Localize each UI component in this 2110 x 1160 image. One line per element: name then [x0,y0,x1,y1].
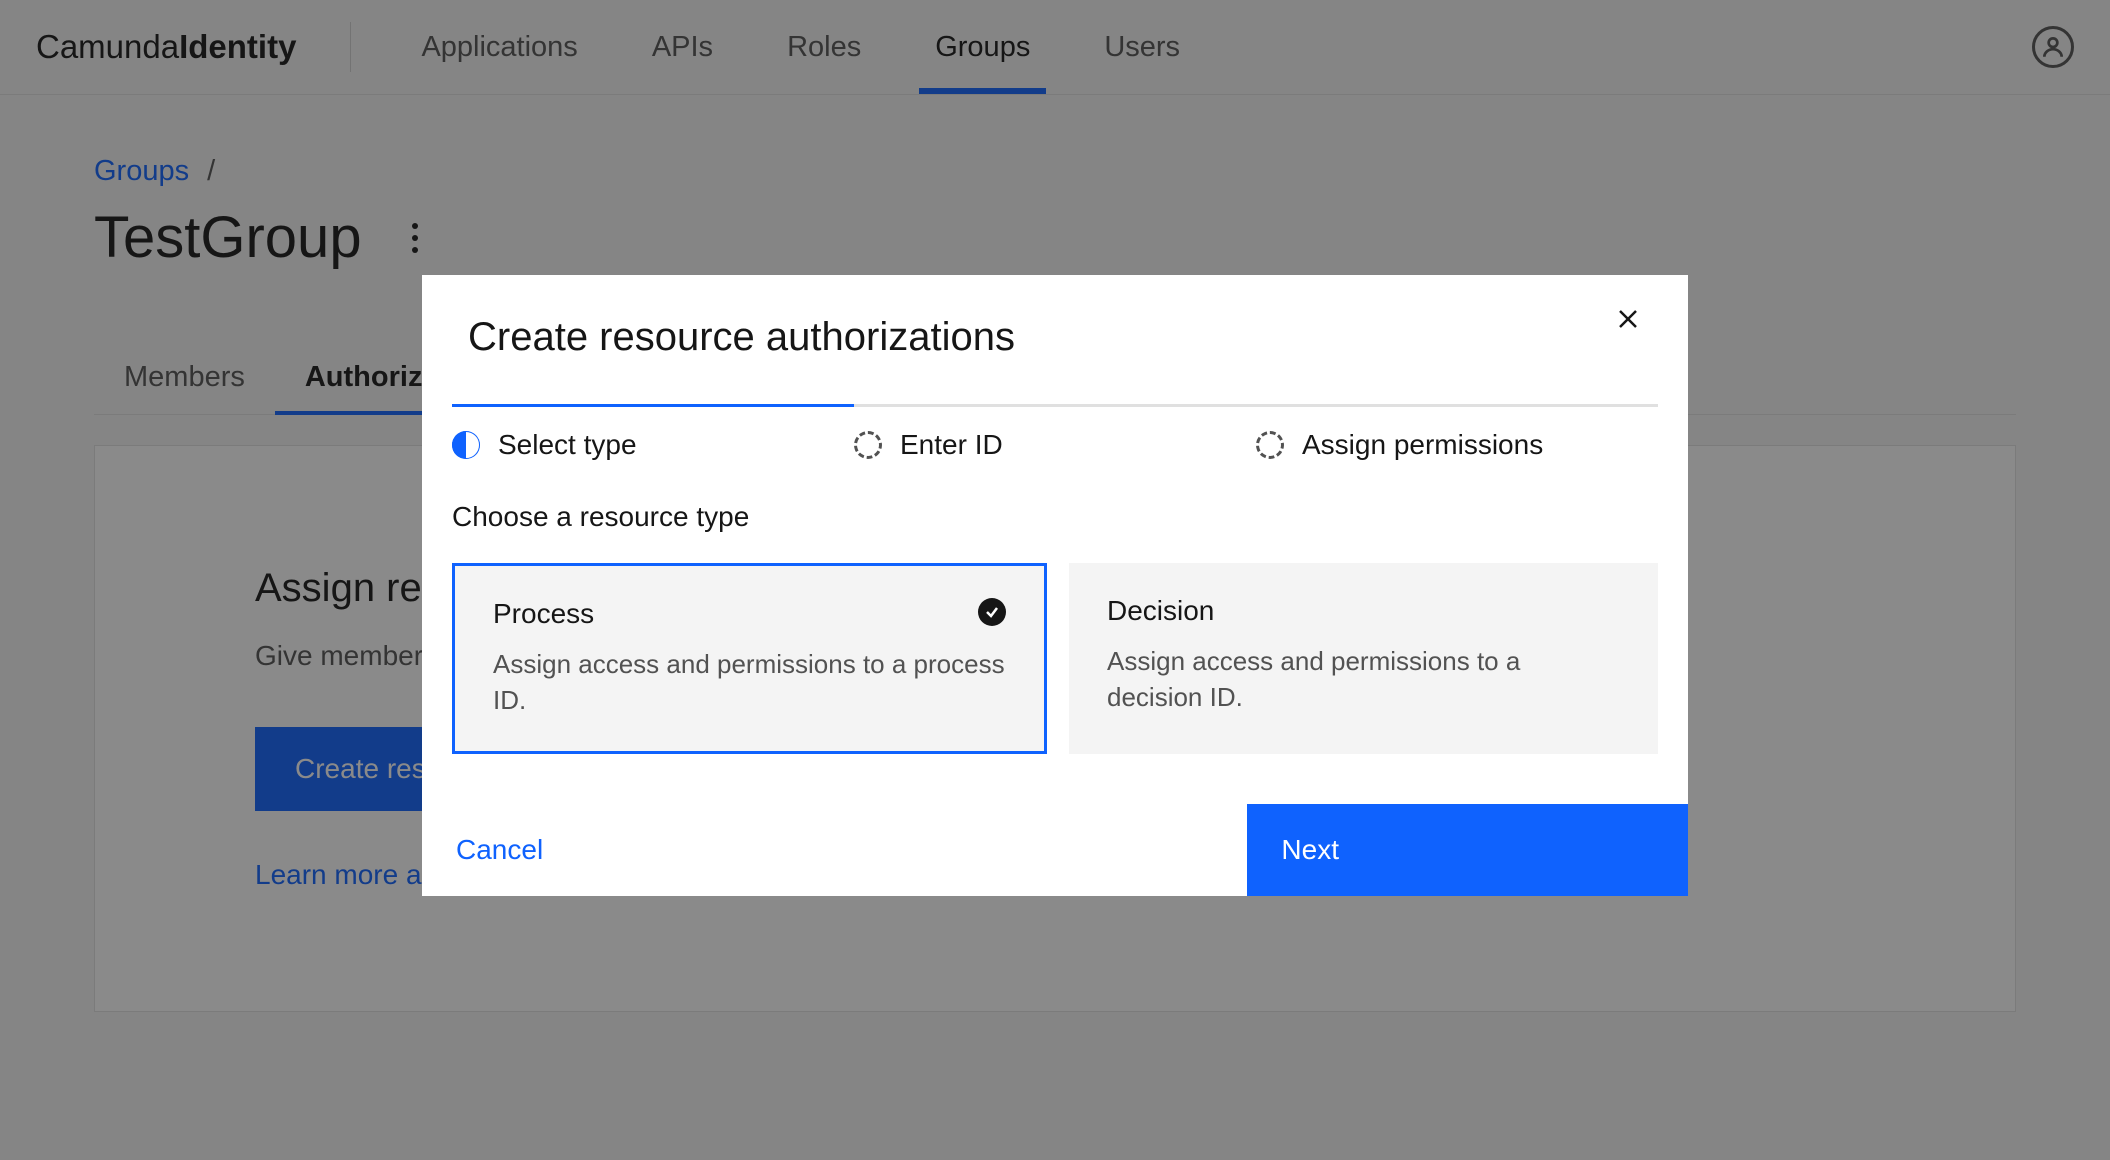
card-desc: Assign access and permissions to a decis… [1107,643,1620,716]
modal-section-title: Choose a resource type [422,501,1688,533]
card-desc: Assign access and permissions to a proce… [493,646,1006,719]
step-select-type: Select type [452,429,854,461]
resource-type-cards: Process Assign access and permissions to… [422,563,1688,804]
step-icon-active [452,431,480,459]
progress-fill [452,404,854,407]
step-label: Enter ID [900,429,1003,461]
create-resource-modal: Create resource authorizations Select ty… [422,275,1688,896]
progress-indicator [452,404,1658,407]
step-enter-id: Enter ID [854,429,1256,461]
cancel-button[interactable]: Cancel [422,804,1247,896]
step-assign-permissions: Assign permissions [1256,429,1658,461]
wizard-steps: Select type Enter ID Assign permissions [422,407,1688,501]
modal-header: Create resource authorizations [422,275,1688,404]
modal-footer: Cancel Next [422,804,1688,896]
card-title: Process [493,598,1006,630]
step-label: Select type [498,429,637,461]
close-button[interactable] [1614,305,1642,333]
step-icon-pending [1256,431,1284,459]
modal-title: Create resource authorizations [468,315,1015,360]
step-icon-pending [854,431,882,459]
step-label: Assign permissions [1302,429,1543,461]
next-button[interactable]: Next [1247,804,1688,896]
close-icon [1616,307,1640,331]
selected-check-icon [978,598,1006,626]
card-title: Decision [1107,595,1620,627]
card-process[interactable]: Process Assign access and permissions to… [452,563,1047,754]
card-decision[interactable]: Decision Assign access and permissions t… [1069,563,1658,754]
